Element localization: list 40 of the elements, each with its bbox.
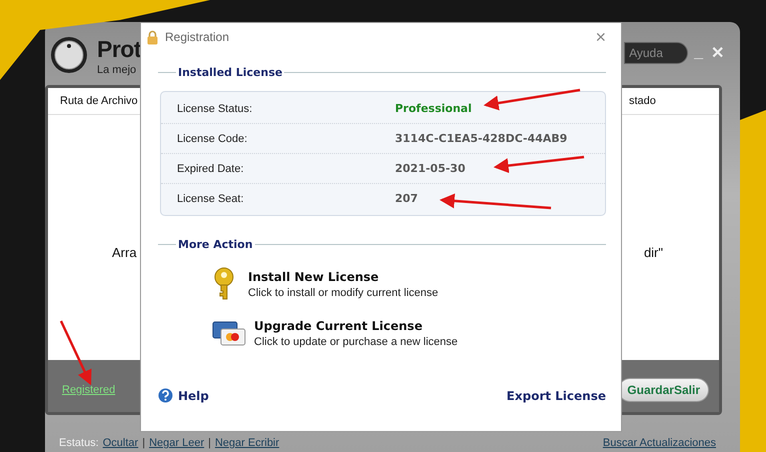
help-icon	[158, 388, 173, 403]
link-separator: |	[142, 437, 146, 449]
column-header[interactable]: Ruta de Archivo	[60, 94, 138, 107]
action-description: Click to update or purchase a new license	[254, 336, 458, 348]
license-field-label: License Code:	[177, 132, 248, 144]
app-subtitle: La mejo	[97, 64, 138, 76]
section-title: Installed License	[177, 66, 282, 79]
knob-icon	[50, 36, 88, 74]
license-field-value: 207	[395, 192, 418, 205]
status-label: Estatus:	[59, 437, 99, 449]
payment-cards-icon[interactable]	[212, 320, 246, 346]
empty-list-text: Arra	[112, 244, 137, 260]
empty-list-text: dir"	[644, 244, 663, 260]
app-title: Prot	[97, 35, 141, 64]
dialog-title: Registration	[165, 30, 230, 44]
license-field-value: 3114C-C1EA5-428DC-44AB9	[395, 132, 568, 145]
link-separator: |	[208, 437, 211, 449]
action-title[interactable]: Install New License	[248, 270, 438, 284]
license-field-label: License Seat:	[177, 192, 245, 204]
license-field-value: Professional	[395, 102, 472, 115]
help-button[interactable]: Ayuda	[624, 42, 688, 64]
license-field-label: Expired Date:	[177, 162, 245, 174]
help-link[interactable]: Help	[158, 388, 209, 403]
lock-icon	[147, 30, 158, 44]
status-link[interactable]: Ocultar	[102, 437, 138, 449]
registered-link[interactable]: Registered	[62, 384, 116, 396]
close-button[interactable]: ×	[595, 28, 606, 46]
status-link[interactable]: Negar Ecribir	[214, 437, 280, 449]
close-button[interactable]: ✕	[709, 43, 726, 64]
column-header[interactable]: stado	[629, 94, 709, 107]
export-license-link[interactable]: Export License	[506, 388, 606, 402]
section-title: More Action	[177, 238, 253, 251]
action-title[interactable]: Upgrade Current License	[254, 319, 458, 333]
license-field-label: License Status:	[177, 102, 254, 114]
minimize-button[interactable]: _	[692, 44, 705, 62]
action-description: Click to install or modify current license	[248, 286, 438, 298]
license-field-value: 2021-05-30	[395, 162, 466, 175]
annotation-arrow	[60, 320, 92, 386]
status-link[interactable]: Negar Leer	[149, 437, 204, 449]
updates-link[interactable]: Buscar Actualizaciones	[602, 437, 716, 449]
